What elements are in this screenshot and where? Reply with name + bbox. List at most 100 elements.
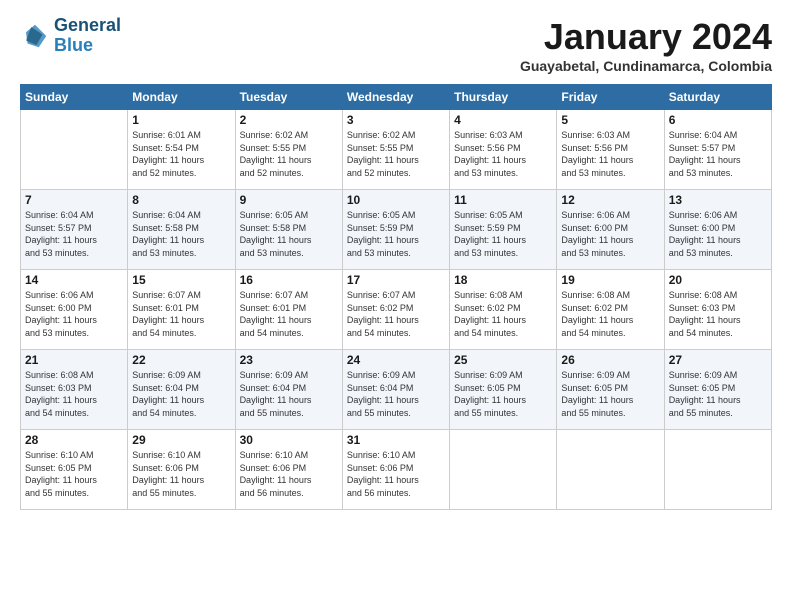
day-info: Sunrise: 6:08 AMSunset: 6:02 PMDaylight:… — [561, 289, 659, 339]
day-info: Sunrise: 6:03 AMSunset: 5:56 PMDaylight:… — [561, 129, 659, 179]
day-info: Sunrise: 6:09 AMSunset: 6:05 PMDaylight:… — [669, 369, 767, 419]
calendar-cell: 15 Sunrise: 6:07 AMSunset: 6:01 PMDayligh… — [128, 270, 235, 350]
day-number: 21 — [25, 353, 123, 367]
day-number: 16 — [240, 273, 338, 287]
day-info: Sunrise: 6:01 AMSunset: 5:54 PMDaylight:… — [132, 129, 230, 179]
day-info: Sunrise: 6:07 AMSunset: 6:02 PMDaylight:… — [347, 289, 445, 339]
calendar-cell: 30 Sunrise: 6:10 AMSunset: 6:06 PMDayligh… — [235, 430, 342, 510]
calendar-cell: 21 Sunrise: 6:08 AMSunset: 6:03 PMDayligh… — [21, 350, 128, 430]
day-header-saturday: Saturday — [664, 85, 771, 110]
day-number: 23 — [240, 353, 338, 367]
calendar-cell: 9Sunrise: 6:05 AMSunset: 5:58 PMDaylight… — [235, 190, 342, 270]
calendar-cell: 1 Sunrise: 6:01 AMSunset: 5:54 PMDaylight… — [128, 110, 235, 190]
day-header-tuesday: Tuesday — [235, 85, 342, 110]
day-number: 19 — [561, 273, 659, 287]
calendar-cell: 23 Sunrise: 6:09 AMSunset: 6:04 PMDayligh… — [235, 350, 342, 430]
day-number: 22 — [132, 353, 230, 367]
day-info: Sunrise: 6:10 AMSunset: 6:06 PMDaylight:… — [132, 449, 230, 499]
calendar-cell: 19 Sunrise: 6:08 AMSunset: 6:02 PMDayligh… — [557, 270, 664, 350]
day-header-monday: Monday — [128, 85, 235, 110]
day-info: Sunrise: 6:04 AMSunset: 5:58 PMDaylight:… — [132, 209, 230, 259]
day-info: Sunrise: 6:07 AMSunset: 6:01 PMDaylight:… — [132, 289, 230, 339]
calendar-cell: 6Sunrise: 6:04 AMSunset: 5:57 PMDaylight… — [664, 110, 771, 190]
day-info: Sunrise: 6:10 AMSunset: 6:05 PMDaylight:… — [25, 449, 123, 499]
day-number: 13 — [669, 193, 767, 207]
day-header-thursday: Thursday — [450, 85, 557, 110]
calendar-cell: 29 Sunrise: 6:10 AMSunset: 6:06 PMDayligh… — [128, 430, 235, 510]
week-row-2: 7 Sunrise: 6:04 AMSunset: 5:57 PMDaylight… — [21, 190, 772, 270]
day-number: 25 — [454, 353, 552, 367]
calendar-cell: 10Sunrise: 6:05 AMSunset: 5:59 PMDayligh… — [342, 190, 449, 270]
day-info: Sunrise: 6:04 AMSunset: 5:57 PMDaylight:… — [669, 129, 767, 179]
calendar-cell: 17 Sunrise: 6:07 AMSunset: 6:02 PMDayligh… — [342, 270, 449, 350]
day-info: Sunrise: 6:04 AMSunset: 5:57 PMDaylight:… — [25, 209, 123, 259]
day-info: Sunrise: 6:07 AMSunset: 6:01 PMDaylight:… — [240, 289, 338, 339]
day-info: Sunrise: 6:09 AMSunset: 6:04 PMDaylight:… — [347, 369, 445, 419]
day-number: 1 — [132, 113, 230, 127]
calendar-cell — [21, 110, 128, 190]
calendar-cell: 12 Sunrise: 6:06 AMSunset: 6:00 PMDayligh… — [557, 190, 664, 270]
day-info: Sunrise: 6:09 AMSunset: 6:04 PMDaylight:… — [240, 369, 338, 419]
day-info: Sunrise: 6:05 AMSunset: 5:59 PMDaylight:… — [454, 209, 552, 259]
day-info: Sunrise: 6:10 AMSunset: 6:06 PMDaylight:… — [347, 449, 445, 499]
calendar-cell: 16 Sunrise: 6:07 AMSunset: 6:01 PMDayligh… — [235, 270, 342, 350]
header: General Blue January 2024 Guayabetal, Cu… — [20, 16, 772, 74]
day-info: Sunrise: 6:10 AMSunset: 6:06 PMDaylight:… — [240, 449, 338, 499]
day-info: Sunrise: 6:06 AMSunset: 6:00 PMDaylight:… — [25, 289, 123, 339]
day-info: Sunrise: 6:02 AMSunset: 5:55 PMDaylight:… — [347, 129, 445, 179]
day-number: 28 — [25, 433, 123, 447]
day-number: 31 — [347, 433, 445, 447]
day-number: 3 — [347, 113, 445, 127]
calendar-table: SundayMondayTuesdayWednesdayThursdayFrid… — [20, 84, 772, 510]
day-number: 12 — [561, 193, 659, 207]
subtitle: Guayabetal, Cundinamarca, Colombia — [520, 58, 772, 74]
day-number: 17 — [347, 273, 445, 287]
day-header-wednesday: Wednesday — [342, 85, 449, 110]
week-row-3: 14 Sunrise: 6:06 AMSunset: 6:00 PMDayligh… — [21, 270, 772, 350]
day-info: Sunrise: 6:06 AMSunset: 6:00 PMDaylight:… — [561, 209, 659, 259]
logo-general: General — [54, 16, 121, 36]
day-info: Sunrise: 6:09 AMSunset: 6:05 PMDaylight:… — [454, 369, 552, 419]
calendar-cell — [450, 430, 557, 510]
day-number: 26 — [561, 353, 659, 367]
day-number: 24 — [347, 353, 445, 367]
calendar-cell — [664, 430, 771, 510]
day-number: 29 — [132, 433, 230, 447]
calendar-cell: 18Sunrise: 6:08 AMSunset: 6:02 PMDayligh… — [450, 270, 557, 350]
calendar-cell: 31 Sunrise: 6:10 AMSunset: 6:06 PMDayligh… — [342, 430, 449, 510]
day-header-friday: Friday — [557, 85, 664, 110]
calendar-cell: 26 Sunrise: 6:09 AMSunset: 6:05 PMDayligh… — [557, 350, 664, 430]
day-number: 11 — [454, 193, 552, 207]
calendar-cell: 11 Sunrise: 6:05 AMSunset: 5:59 PMDayligh… — [450, 190, 557, 270]
calendar-cell — [557, 430, 664, 510]
day-number: 4 — [454, 113, 552, 127]
header-row: SundayMondayTuesdayWednesdayThursdayFrid… — [21, 85, 772, 110]
day-info: Sunrise: 6:08 AMSunset: 6:03 PMDaylight:… — [669, 289, 767, 339]
calendar-cell: 7 Sunrise: 6:04 AMSunset: 5:57 PMDaylight… — [21, 190, 128, 270]
day-number: 15 — [132, 273, 230, 287]
day-number: 14 — [25, 273, 123, 287]
day-info: Sunrise: 6:08 AMSunset: 6:03 PMDaylight:… — [25, 369, 123, 419]
logo-icon — [20, 21, 50, 51]
day-number: 9 — [240, 193, 338, 207]
title-block: January 2024 Guayabetal, Cundinamarca, C… — [520, 16, 772, 74]
day-info: Sunrise: 6:09 AMSunset: 6:05 PMDaylight:… — [561, 369, 659, 419]
day-number: 27 — [669, 353, 767, 367]
calendar-cell: 4Sunrise: 6:03 AMSunset: 5:56 PMDaylight… — [450, 110, 557, 190]
logo-blue: Blue — [54, 36, 121, 56]
calendar-cell: 27 Sunrise: 6:09 AMSunset: 6:05 PMDayligh… — [664, 350, 771, 430]
day-number: 20 — [669, 273, 767, 287]
calendar-cell: 25 Sunrise: 6:09 AMSunset: 6:05 PMDayligh… — [450, 350, 557, 430]
day-info: Sunrise: 6:09 AMSunset: 6:04 PMDaylight:… — [132, 369, 230, 419]
week-row-5: 28 Sunrise: 6:10 AMSunset: 6:05 PMDayligh… — [21, 430, 772, 510]
day-info: Sunrise: 6:06 AMSunset: 6:00 PMDaylight:… — [669, 209, 767, 259]
month-title: January 2024 — [520, 16, 772, 58]
calendar-cell: 5Sunrise: 6:03 AMSunset: 5:56 PMDaylight… — [557, 110, 664, 190]
logo: General Blue — [20, 16, 121, 56]
day-number: 10 — [347, 193, 445, 207]
week-row-4: 21 Sunrise: 6:08 AMSunset: 6:03 PMDayligh… — [21, 350, 772, 430]
day-number: 7 — [25, 193, 123, 207]
calendar-cell: 8Sunrise: 6:04 AMSunset: 5:58 PMDaylight… — [128, 190, 235, 270]
day-header-sunday: Sunday — [21, 85, 128, 110]
day-number: 30 — [240, 433, 338, 447]
